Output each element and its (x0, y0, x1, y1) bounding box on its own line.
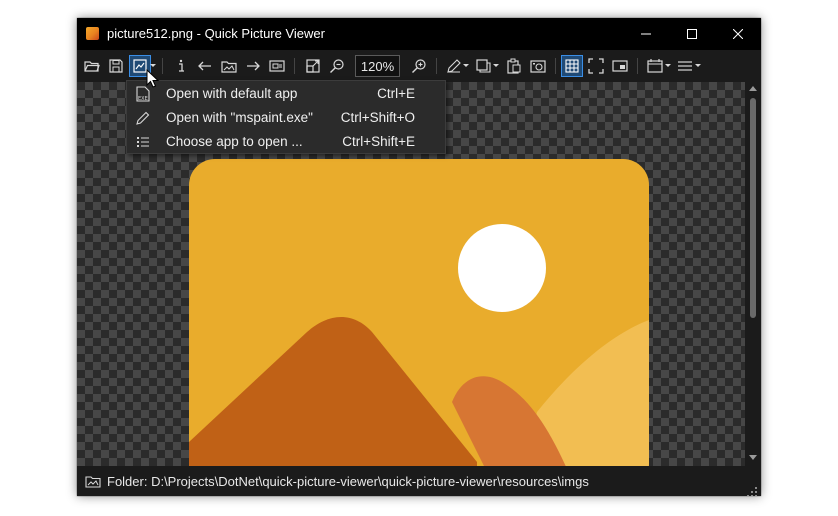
mouse-cursor-icon (146, 68, 160, 93)
folder-path-text[interactable]: Folder: D:\Projects\DotNet\quick-picture… (107, 474, 589, 489)
calendar-dropdown-caret[interactable] (665, 64, 671, 67)
clipboard-button[interactable] (503, 55, 525, 77)
menu-item-label: Choose app to open ... (166, 134, 303, 149)
pencil-icon (135, 110, 151, 126)
transform-button[interactable] (473, 55, 495, 77)
checkerboard-icon (565, 59, 579, 73)
picture-in-picture-button[interactable] (609, 55, 631, 77)
close-icon (733, 29, 743, 39)
fullscreen-icon (588, 58, 604, 74)
scroll-thumb[interactable] (750, 98, 756, 318)
save-button[interactable] (105, 55, 127, 77)
zoom-out-icon (330, 59, 344, 73)
open-with-dropdown-caret[interactable] (150, 64, 156, 67)
next-icon (247, 61, 260, 71)
menu-item-label: Open with default app (166, 86, 298, 101)
close-button[interactable] (715, 18, 761, 50)
menu-item-choose-app[interactable]: Choose app to open ... Ctrl+Shift+E (127, 130, 445, 154)
transform-dropdown-caret[interactable] (493, 64, 499, 67)
toolbar-separator (162, 58, 163, 74)
minimize-button[interactable] (623, 18, 669, 50)
menu-item-open-mspaint[interactable]: Open with "mspaint.exe" Ctrl+Shift+O (127, 106, 445, 130)
checkerboard-button[interactable] (561, 55, 583, 77)
gallery-button[interactable] (218, 55, 240, 77)
calendar-icon (647, 59, 663, 73)
picture-folder-icon (85, 474, 101, 493)
next-button[interactable] (242, 55, 264, 77)
maximize-icon (687, 29, 697, 39)
save-icon (109, 59, 123, 73)
minimize-icon (641, 33, 651, 35)
menu-item-shortcut: Ctrl+E (377, 86, 415, 101)
menu-dropdown-caret[interactable] (695, 64, 701, 67)
open-with-icon (133, 59, 147, 73)
menu-item-label: Open with "mspaint.exe" (166, 110, 313, 125)
resize-grip-icon[interactable] (747, 482, 757, 496)
edit-button[interactable] (443, 55, 465, 77)
slideshow-button[interactable] (266, 55, 288, 77)
clipboard-icon (507, 58, 521, 74)
toolbar: 120% (77, 50, 761, 82)
window-title: picture512.png - Quick Picture Viewer (107, 26, 325, 41)
toolbar-separator (294, 58, 295, 74)
menu-item-shortcut: Ctrl+Shift+E (342, 134, 415, 149)
scroll-up-arrow-icon[interactable] (749, 86, 757, 91)
svg-text:EXE: EXE (138, 96, 148, 102)
menu-item-open-default-app[interactable]: EXE Open with default app Ctrl+E (127, 82, 445, 106)
resize-icon (306, 59, 320, 73)
scroll-down-arrow-icon[interactable] (749, 455, 757, 460)
screenshot-button[interactable] (527, 55, 549, 77)
open-with-menu: EXE Open with default app Ctrl+E Open wi… (126, 80, 446, 154)
picture-in-picture-icon (612, 60, 628, 72)
maximize-button[interactable] (669, 18, 715, 50)
zoom-in-button[interactable] (408, 55, 430, 77)
open-folder-button[interactable] (81, 55, 103, 77)
open-folder-icon (84, 61, 100, 72)
toolbar-separator (555, 58, 556, 74)
sun-shape (458, 224, 546, 312)
zoom-in-icon (412, 59, 426, 73)
info-button[interactable] (170, 55, 192, 77)
edit-dropdown-caret[interactable] (463, 64, 469, 67)
previous-button[interactable] (194, 55, 216, 77)
title-bar[interactable]: picture512.png - Quick Picture Viewer (77, 18, 761, 50)
edit-icon (447, 59, 461, 73)
menu-button[interactable] (674, 55, 696, 77)
toolbar-separator (436, 58, 437, 74)
menu-icon (678, 61, 692, 71)
zoom-level-input[interactable]: 120% (355, 55, 400, 77)
gallery-icon (221, 61, 237, 73)
list-icon (135, 134, 151, 150)
previous-icon (198, 61, 211, 71)
status-bar: Folder: D:\Projects\DotNet\quick-picture… (77, 466, 761, 496)
transform-icon (476, 59, 491, 73)
vertical-scrollbar[interactable] (745, 82, 761, 466)
picture-app-icon (86, 27, 99, 40)
calendar-button[interactable] (644, 55, 666, 77)
info-icon (179, 59, 184, 72)
fullscreen-button[interactable] (585, 55, 607, 77)
zoom-out-button[interactable] (326, 55, 348, 77)
resize-button[interactable] (302, 55, 324, 77)
screenshot-icon (530, 60, 546, 73)
menu-item-shortcut: Ctrl+Shift+O (340, 110, 415, 125)
toolbar-separator (637, 58, 638, 74)
slideshow-icon (269, 60, 285, 72)
